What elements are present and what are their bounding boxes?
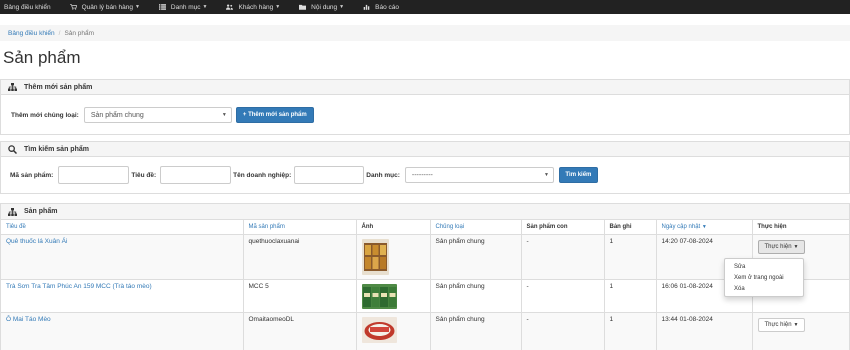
title-label: Tiêu đề:: [131, 171, 157, 179]
add-product-button[interactable]: + Thêm mới sản phẩm: [235, 107, 314, 123]
product-children: -: [521, 279, 605, 313]
col-header-records: Bản ghi: [604, 220, 657, 235]
product-code: quethuoclaxuanai: [243, 234, 357, 280]
category-select[interactable]: --------- ▼: [404, 167, 554, 183]
nav-categories[interactable]: Danh mục ▼: [158, 3, 208, 11]
nav-categories-label: Danh mục: [170, 3, 201, 11]
menu-item-edit[interactable]: Sửa: [725, 262, 803, 273]
col-header-type[interactable]: Chủng loại: [430, 220, 522, 235]
category-select-value: ---------: [411, 171, 433, 179]
table-row: Quê thuốc lá Xuân Ái quethuoclaxuanai Sả…: [1, 234, 849, 280]
menu-item-view-external[interactable]: Xem ở trang ngoài: [725, 273, 803, 284]
chevron-down-icon: ▼: [543, 172, 549, 178]
breadcrumb-home-link[interactable]: Bảng điều khiển: [8, 30, 55, 37]
breadcrumb: Bảng điều khiển / Sản phẩm: [0, 25, 850, 41]
nav-sales-label: Quản lý bán hàng: [81, 3, 133, 11]
sitemap-icon: [8, 83, 17, 91]
nav-content-label: Nội dung: [311, 3, 338, 11]
title-input[interactable]: [160, 166, 232, 184]
table-row: Trà Sơn Tra Tâm Phúc An 159 MCC (Trà táo…: [1, 279, 849, 313]
product-image: [361, 316, 397, 343]
search-icon: [8, 144, 17, 154]
chevron-down-icon: ▼: [793, 243, 799, 250]
nav-dashboard-label: Bảng điều khiển: [4, 3, 51, 11]
product-children: -: [521, 312, 605, 350]
nav-sales[interactable]: Quản lý bán hàng ▼: [69, 3, 140, 11]
product-type: Sản phẩm chung: [430, 234, 522, 280]
chevron-down-icon: ▼: [275, 4, 281, 10]
sitemap-icon: [8, 207, 17, 216]
add-panel-header: Thêm mới sản phẩm: [1, 80, 849, 95]
product-image: [361, 283, 397, 309]
category-label: Danh mục:: [366, 171, 400, 179]
nav-content[interactable]: Nội dung ▼: [299, 4, 344, 11]
product-records: 1: [604, 312, 657, 350]
breadcrumb-current: Sản phẩm: [64, 29, 95, 37]
product-type: Sản phẩm chung: [430, 279, 522, 313]
col-header-actions: Thực hiện: [752, 220, 849, 235]
breadcrumb-separator: /: [58, 29, 61, 37]
nav-customers-label: Khách hàng: [238, 3, 274, 11]
table-row: Ô Mai Táo Mèo OmaitaomeoDL Sản phẩm chun…: [1, 312, 849, 350]
chevron-down-icon: ▼: [339, 4, 345, 10]
actions-button-label: Thực hiện: [764, 243, 792, 250]
nav-reports-label: Báo cáo: [375, 3, 399, 11]
code-input[interactable]: [58, 166, 130, 184]
list-icon: [158, 4, 166, 10]
search-button[interactable]: Tìm kiếm: [558, 167, 598, 183]
col-header-code[interactable]: Mã sản phẩm: [243, 220, 357, 235]
actions-dropdown-menu: Sửa Xem ở trang ngoài Xóa: [724, 258, 804, 297]
chevron-down-icon: ▼: [221, 112, 227, 118]
actions-button-label: Thực hiện: [764, 321, 792, 328]
add-product-panel: Thêm mới sản phẩm Thêm mới chủng loại: S…: [0, 79, 850, 135]
product-updated: 13:44 01-08-2024: [656, 312, 753, 350]
nav-reports[interactable]: Báo cáo: [363, 4, 399, 11]
product-title-link[interactable]: Trà Sơn Tra Tâm Phúc An 159 MCC (Trà táo…: [6, 283, 152, 290]
chevron-down-icon: ▼: [134, 4, 140, 10]
users-icon: [226, 4, 234, 10]
product-type: Sản phẩm chung: [430, 312, 522, 350]
nav-dashboard[interactable]: Bảng điều khiển: [4, 4, 51, 11]
cart-icon: [69, 4, 77, 10]
product-title-link[interactable]: Ô Mai Táo Mèo: [6, 316, 51, 323]
company-input[interactable]: [294, 166, 365, 184]
product-records: 1: [604, 234, 657, 280]
list-panel-title: Sản phẩm: [24, 208, 58, 215]
col-header-children: Sản phẩm con: [521, 220, 605, 235]
menu-item-delete[interactable]: Xóa: [725, 284, 803, 295]
product-list-panel: Sản phẩm Tiêu đề Mã sản phẩm Ảnh Chủng l…: [0, 203, 850, 350]
actions-dropdown-button[interactable]: Thực hiện ▼: [757, 239, 806, 254]
product-image: [361, 238, 389, 275]
chart-icon: [363, 4, 370, 10]
company-label: Tên doanh nghiệp:: [233, 171, 292, 179]
product-code: MCC 5: [243, 279, 357, 313]
type-label: Thêm mới chủng loại:: [11, 111, 79, 119]
type-select-value: Sản phẩm chung: [90, 111, 144, 119]
product-records: 1: [604, 279, 657, 313]
top-navbar: Bảng điều khiển Quản lý bán hàng ▼ Danh m…: [0, 0, 850, 14]
table-header-row: Tiêu đề Mã sản phẩm Ảnh Chủng loại Sản p…: [1, 220, 849, 235]
add-panel-title: Thêm mới sản phẩm: [24, 83, 93, 91]
type-select[interactable]: Sản phẩm chung ▼: [83, 107, 232, 123]
search-panel-title: Tìm kiếm sản phẩm: [24, 145, 89, 153]
product-table: Tiêu đề Mã sản phẩm Ảnh Chủng loại Sản p…: [1, 220, 849, 350]
page-title: Sản phẩm: [3, 48, 81, 67]
chevron-down-icon: ▼: [202, 4, 208, 10]
sort-desc-icon: ▼: [701, 223, 707, 230]
product-code: OmaitaomeoDL: [243, 312, 357, 350]
list-panel-header: Sản phẩm: [1, 204, 849, 220]
product-title-link[interactable]: Quê thuốc lá Xuân Ái: [6, 238, 67, 245]
code-label: Mã sản phẩm:: [10, 171, 54, 179]
product-children: -: [521, 234, 605, 280]
col-header-title[interactable]: Tiêu đề: [1, 220, 244, 235]
search-panel-header: Tìm kiếm sản phẩm: [1, 142, 849, 157]
actions-dropdown-button[interactable]: Thực hiện ▼: [757, 317, 806, 332]
col-header-updated[interactable]: Ngày cập nhật ▼: [656, 220, 753, 235]
col-header-image: Ảnh: [356, 220, 431, 235]
search-panel: Tìm kiếm sản phẩm Mã sản phẩm: Tiêu đề: …: [0, 141, 850, 194]
folder-icon: [299, 4, 307, 10]
chevron-down-icon: ▼: [793, 321, 799, 328]
nav-customers[interactable]: Khách hàng ▼: [226, 4, 280, 11]
